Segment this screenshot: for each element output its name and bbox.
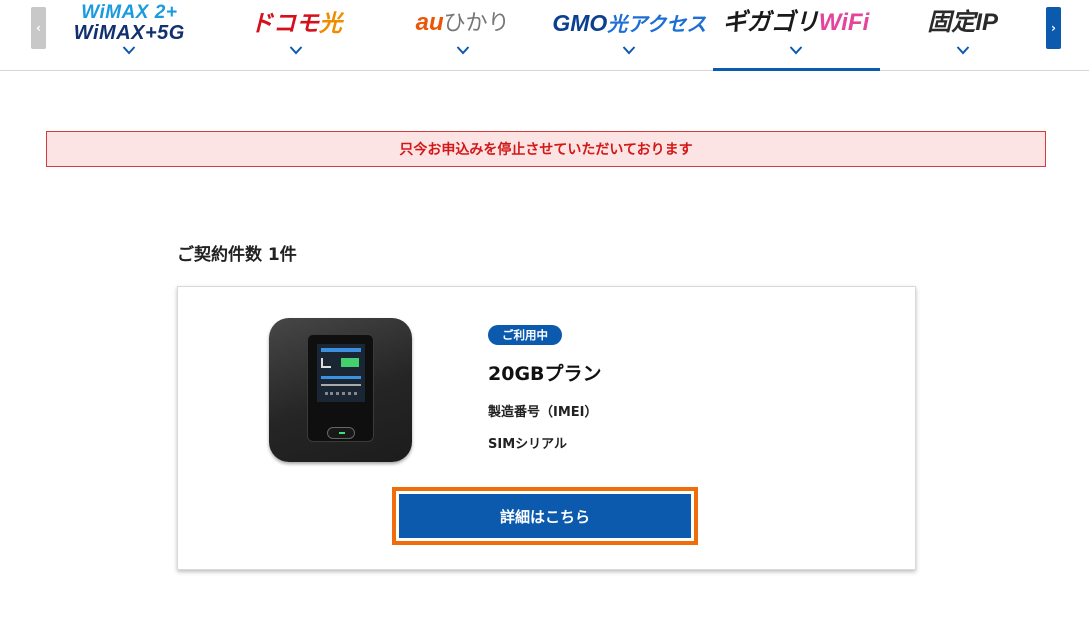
router-home-button	[327, 427, 355, 439]
chevron-left-icon: ‹	[36, 21, 41, 35]
chevron-right-icon: ›	[1051, 21, 1056, 35]
contract-count-label: ご契約件数 1件	[177, 245, 297, 265]
service-tab-bar: ‹ WiMAX 2+ WiMAX+5G ドコモ光 auひかり GMO光アクセス	[0, 0, 1089, 71]
application-suspended-alert: 只今お申込みを停止させていただいております	[46, 131, 1046, 167]
tab-docomo-hikari[interactable]: ドコモ光	[213, 0, 380, 70]
alert-message: 只今お申込みを停止させていただいております	[399, 142, 693, 158]
wimax-logo: WiMAX 2+ WiMAX+5G	[73, 2, 185, 44]
sim-serial-label: SIMシリアル	[488, 437, 568, 452]
tab-fixed-ip[interactable]: 固定IP	[879, 0, 1046, 70]
imei-label: 製造番号（IMEI）	[488, 405, 598, 420]
pocket-wifi-router-image	[269, 318, 412, 462]
tab-au-hikari[interactable]: auひかり	[379, 0, 546, 70]
tab-gmo-hikari-access[interactable]: GMO光アクセス	[546, 0, 713, 70]
detail-button-highlight: 詳細はこちら	[392, 487, 698, 545]
tabs-prev-arrow[interactable]: ‹	[31, 7, 46, 49]
chevron-down-icon	[456, 46, 469, 55]
contract-card: ご利用中 20GBプラン 製造番号（IMEI） SIMシリアル 詳細はこちら	[177, 286, 916, 570]
gigagori-wifi-logo: ギガゴリWiFi	[722, 9, 870, 36]
docomo-hikari-logo: ドコモ光	[250, 9, 342, 36]
fixed-ip-logo: 固定IP	[927, 9, 999, 36]
chevron-down-icon	[789, 46, 803, 55]
chevron-down-icon	[623, 46, 636, 55]
status-badge: ご利用中	[488, 325, 562, 345]
view-details-button[interactable]: 詳細はこちら	[399, 494, 691, 538]
tab-wimax[interactable]: WiMAX 2+ WiMAX+5G	[46, 0, 213, 70]
router-screen	[307, 334, 374, 442]
chevron-down-icon	[289, 46, 303, 55]
plan-name: 20GBプラン	[488, 363, 602, 385]
gmo-hikari-access-logo: GMO光アクセス	[552, 9, 707, 36]
tab-gigagori-wifi[interactable]: ギガゴリWiFi	[712, 0, 880, 71]
chevron-down-icon	[123, 46, 136, 55]
tabs-next-arrow[interactable]: ›	[1046, 7, 1061, 49]
au-hikari-logo: auひかり	[415, 9, 510, 36]
service-tabs: WiMAX 2+ WiMAX+5G ドコモ光 auひかり GMO光アクセス ギガ…	[46, 0, 1046, 71]
chevron-down-icon	[956, 46, 969, 55]
